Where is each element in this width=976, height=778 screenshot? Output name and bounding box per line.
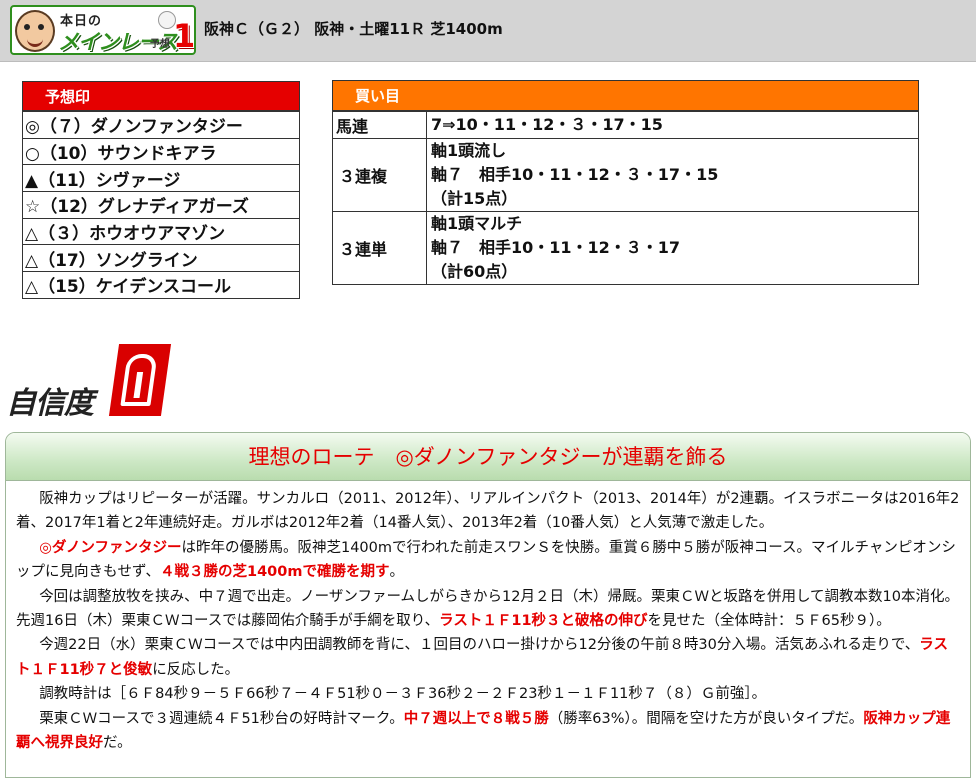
prediction-mark-item: ○（10）サウンドキアラ [22,137,300,166]
article-text: 栗東ＣＷコースで３週連続４Ｆ51秒台の好時計マーク。 [39,710,404,727]
article-emphasis: 中７週以上で８戦５勝 [403,710,549,727]
bet-row-sanrentan: ３連単 軸1頭マルチ 軸７ 相手10・11・12・３・17 （計60点） [332,211,919,285]
article-paragraph: 阪神カップはリピーターが活躍。サンカルロ（2011、2012年）、リアルインパク… [16,487,960,536]
prediction-marks-title: 予想印 [22,81,300,111]
bets-title: 買い目 [332,80,919,111]
prediction-mark-item: ▲（11）シヴァージ [22,164,300,193]
article-text: （勝率63%）。間隔を空けた方が良いタイプだ。 [548,710,864,727]
article-text: 調教時計は［６Ｆ84秒９－５Ｆ66秒７－４Ｆ51秒０－３Ｆ36秒２－２Ｆ23秒１… [39,686,767,703]
article-emphasis: ４戦３勝の芝1400mで確勝を期す [159,564,390,581]
article-text: 今週22日（水）栗東ＣＷコースでは中内田調教師を背に、１回目のハロー掛けから12… [39,637,920,654]
article-paragraph: 栗東ＣＷコースで３週連続４Ｆ51秒台の好時計マーク。中７週以上で８戦５勝（勝率6… [16,707,960,756]
article-emphasis: ◎ダノンファンタジー [39,539,182,556]
logo-sub-text: 予想 [150,39,170,50]
bet-detail-line: 軸1頭マルチ [431,214,523,233]
bet-detail: 軸1頭流し 軸７ 相手10・11・12・３・17・15 （計15点） [426,138,919,212]
bet-detail: 7⇒10・11・12・３・17・15 [426,111,919,139]
bet-detail-line: 7⇒10・11・12・３・17・15 [431,115,663,134]
article-paragraph: ◎ダノンファンタジーは昨年の優勝馬。阪神芝1400mで行われた前走スワンＳを快勝… [16,536,960,585]
prediction-mark-item: △（17）ソングライン [22,244,300,273]
main-race-logo[interactable]: 本日の メインレース 予想 1 [10,5,196,55]
article-emphasis: ラスト１Ｆ11秒３と破格の伸び [439,613,648,630]
bet-detail-line: 軸７ 相手10・11・12・３・17 [431,238,681,257]
article-paragraph: 今週22日（水）栗東ＣＷコースでは中内田調教師を背に、１回目のハロー掛けから12… [16,633,960,682]
article-text: を見せた（全体時計：５Ｆ65秒９）。 [647,613,891,630]
bet-type: ３連複 [332,138,427,212]
prediction-marks-panel: 予想印 ◎（７）ダノンファンタジー ○（10）サウンドキアラ ▲（11）シヴァー… [22,81,300,299]
confidence-a-badge-icon: A [108,344,172,416]
prediction-mark-item: △（３）ホウオウアマゾン [22,217,300,246]
mascot-face-icon [15,10,55,52]
article-paragraph: 調教時計は［６Ｆ84秒９－５Ｆ66秒７－４Ｆ51秒０－３Ｆ36秒２－２Ｆ23秒１… [16,682,960,706]
article-body: 阪神カップはリピーターが活躍。サンカルロ（2011、2012年）、リアルインパク… [6,481,970,755]
article-text: だ。 [103,735,132,752]
bet-type: ３連単 [332,211,427,285]
prediction-marks-table: ◎（７）ダノンファンタジー ○（10）サウンドキアラ ▲（11）シヴァージ ☆（… [22,111,300,299]
article-text: 阪神カップはリピーターが活躍。サンカルロ（2011、2012年）、リアルインパク… [16,491,960,532]
bet-detail-line: （計60点） [431,262,518,281]
prediction-mark-item: ◎（７）ダノンファンタジー [22,111,300,139]
article-paragraph: 今回は調整放牧を挟み、中７週で出走。ノーザンファームしがらきから12月２日（木）… [16,585,960,634]
prediction-mark-item: ☆（12）グレナディアガーズ [22,191,300,219]
confidence-rating: 自信度 A [6,340,176,421]
bet-detail: 軸1頭マルチ 軸７ 相手10・11・12・３・17 （計60点） [426,211,919,285]
article-text: に反応した。 [152,661,240,678]
article-headline: 理想のローテ ◎ダノンファンタジーが連覇を飾る [6,433,970,481]
bet-detail-line: 軸1頭流し [431,141,507,160]
race-title: 阪神Ｃ（Ｇ２） 阪神・土曜11Ｒ 芝1400m [204,20,503,38]
article-panel: 理想のローテ ◎ダノンファンタジーが連覇を飾る 阪神カップはリピーターが活躍。サ… [5,432,971,778]
confidence-label: 自信度 [6,386,94,421]
logo-number: 1 [173,17,196,55]
article-text: 。 [389,564,404,581]
prediction-mark-item: △（15）ケイデンスコール [22,271,300,299]
bet-type: 馬連 [332,111,427,139]
bet-row-sanrenpuku: ３連複 軸1頭流し 軸７ 相手10・11・12・３・17・15 （計15点） [332,138,919,212]
bet-row-umaren: 馬連 7⇒10・11・12・３・17・15 [332,111,919,139]
bet-detail-line: 軸７ 相手10・11・12・３・17・15 [431,165,719,184]
bets-panel: 買い目 馬連 7⇒10・11・12・３・17・15 ３連複 軸1頭流し 軸７ 相… [332,80,919,285]
bets-table: 馬連 7⇒10・11・12・３・17・15 ３連複 軸1頭流し 軸７ 相手10・… [332,111,919,285]
bet-detail-line: （計15点） [431,189,518,208]
page-header: 本日の メインレース 予想 1 阪神Ｃ（Ｇ２） 阪神・土曜11Ｒ 芝1400m [0,0,976,62]
